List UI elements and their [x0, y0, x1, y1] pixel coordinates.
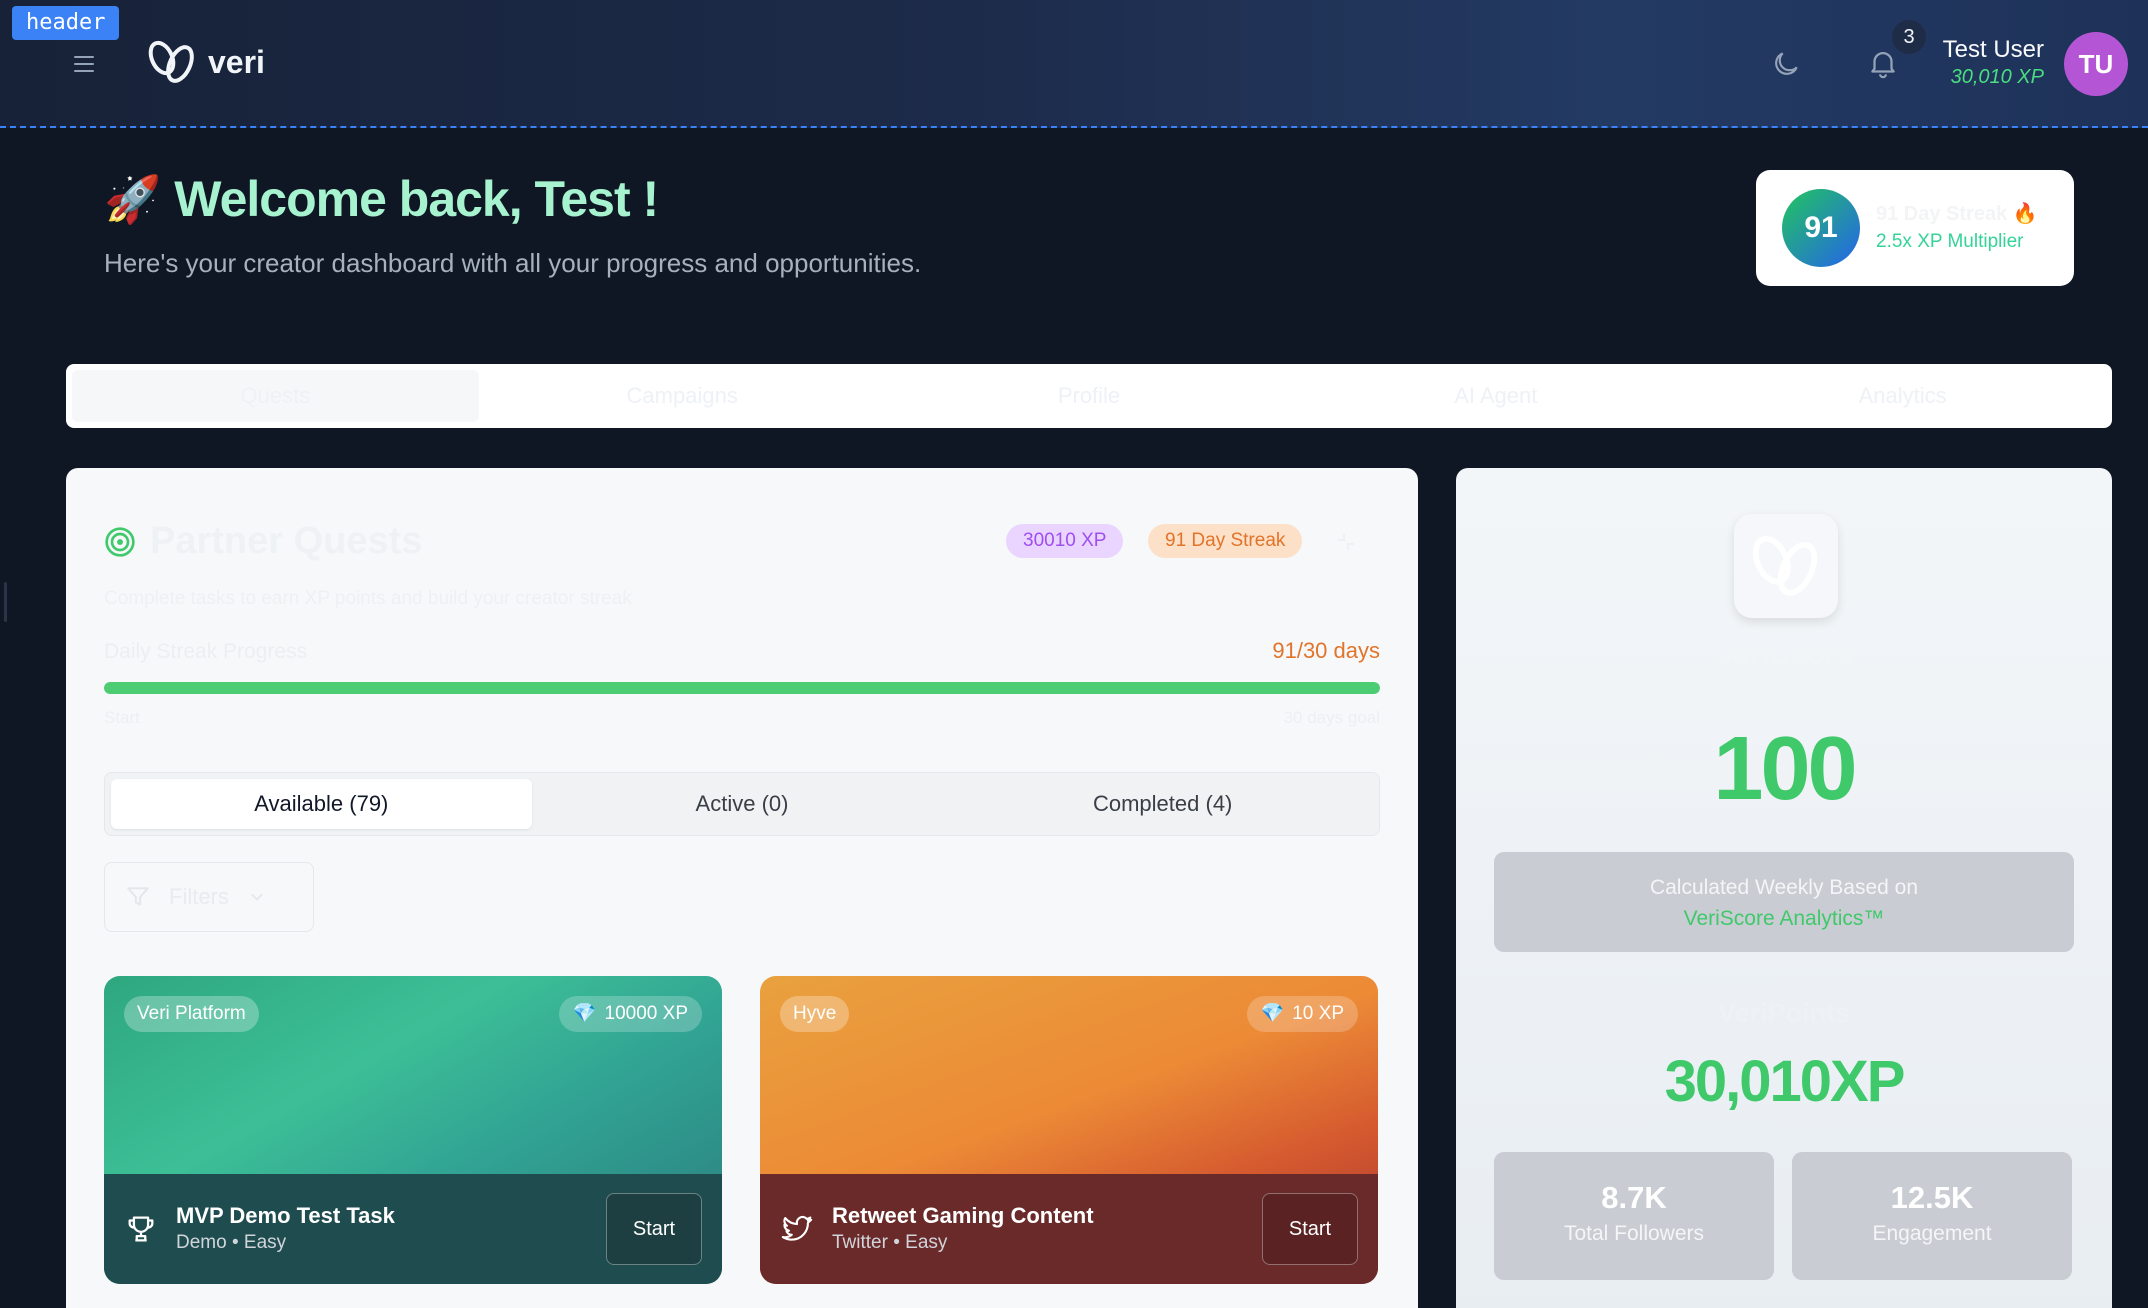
- welcome-heading: 🚀 Welcome back, Test !: [104, 170, 659, 228]
- twitter-icon: [781, 1215, 813, 1241]
- quest-meta: Twitter • Easy: [832, 1232, 948, 1253]
- quest-status-tabs: Available (79) Active (0) Completed (4): [104, 772, 1380, 836]
- collapse-button[interactable]: [1334, 530, 1358, 554]
- start-quest-button[interactable]: Start: [1262, 1193, 1358, 1265]
- menu-button[interactable]: [68, 48, 100, 80]
- welcome-title-text: Welcome back, Test !: [174, 171, 659, 227]
- quest-title: Retweet Gaming Content: [832, 1203, 1094, 1228]
- welcome-subtitle: Here's your creator dashboard with all y…: [104, 248, 922, 278]
- sidebar-handle[interactable]: [4, 582, 7, 622]
- filter-icon: [127, 887, 149, 906]
- stat-label: Engagement: [1872, 1222, 1992, 1245]
- notification-count-badge: 3: [1892, 20, 1926, 54]
- xp-badge: 30010 XP: [1006, 524, 1124, 558]
- quest-xp-badge: 💎 10000 XP: [558, 996, 702, 1032]
- avatar[interactable]: TU: [2064, 32, 2128, 96]
- tab-quests[interactable]: Quests: [72, 370, 479, 422]
- gem-icon: 💎: [1260, 1003, 1285, 1024]
- tab-active[interactable]: Active (0): [532, 779, 953, 829]
- progress-start-label: Start: [104, 708, 140, 727]
- bell-icon: [1871, 52, 1895, 79]
- moon-icon: [1775, 52, 1798, 75]
- streak-card: 91 91 Day Streak 🔥 2.5x XP Multiplier: [1756, 170, 2074, 286]
- streak-days-circle: 91: [1782, 189, 1860, 267]
- app-name: veri: [208, 43, 265, 80]
- fire-icon: 🔥: [2012, 203, 2038, 225]
- trophy-icon: [128, 1216, 154, 1242]
- theme-toggle-button[interactable]: [1770, 48, 1802, 80]
- veriscore-value: 100: [1713, 719, 1857, 819]
- streak-progress-bar: [104, 682, 1380, 694]
- streak-progress-fill: [104, 682, 1380, 694]
- quest-partner-badge: Veri Platform: [124, 996, 259, 1032]
- tab-campaigns[interactable]: Campaigns: [479, 370, 886, 422]
- engagement-stat-card: 12.5K Engagement: [1792, 1152, 2072, 1280]
- stat-value: 8.7K: [1601, 1180, 1667, 1215]
- tab-analytics[interactable]: Analytics: [1699, 370, 2106, 422]
- veripoints-title: VeriPoints: [1717, 998, 1851, 1028]
- partner-quests-header: Partner Quests: [104, 520, 422, 563]
- xp-multiplier: 2.5x XP Multiplier: [1876, 231, 2024, 252]
- target-icon: [105, 526, 135, 557]
- main-tabs: Quests Campaigns Profile AI Agent Analyt…: [66, 364, 2112, 428]
- user-xp: 30,010 XP: [1950, 66, 2044, 88]
- stat-label: Total Followers: [1563, 1222, 1705, 1245]
- filters-label: Filters: [169, 884, 229, 909]
- user-info[interactable]: Test User 30,010 XP: [1943, 36, 2044, 90]
- progress-value: 91/30 days: [1272, 638, 1380, 663]
- tab-available[interactable]: Available (79): [111, 779, 532, 829]
- progress-label: Daily Streak Progress: [104, 640, 308, 663]
- quest-card[interactable]: Veri Platform 💎 10000 XP MVP Demo Test T…: [104, 976, 722, 1284]
- progress-end-label: 30 days goal: [1283, 708, 1380, 727]
- hamburger-icon: [74, 56, 94, 58]
- calc-note-text: Calculated Weekly Based on: [1649, 876, 1919, 899]
- rocket-icon: 🚀: [104, 172, 161, 225]
- veriscore-logo: [1734, 514, 1838, 618]
- tab-completed[interactable]: Completed (4): [952, 779, 1373, 829]
- streak-label: 91 Day Streak 🔥: [1876, 203, 2038, 225]
- quest-partner-badge: Hyve: [780, 996, 850, 1032]
- veripoints-value: 30,010XP: [1664, 1049, 1906, 1114]
- veriscore-panel: VeriScore 100 Calculated Weekly Based on…: [1456, 468, 2112, 1308]
- tab-profile[interactable]: Profile: [886, 370, 1293, 422]
- header-debug-tag: header: [12, 6, 120, 40]
- app-header: header veri 3 Test User 30,010 XP TU: [0, 0, 2148, 128]
- quest-card[interactable]: Hyve 💎 10 XP Retweet Gaming Content Twit…: [760, 976, 1378, 1284]
- filters-dropdown[interactable]: Filters: [104, 862, 314, 932]
- user-name: Test User: [1942, 36, 2044, 63]
- notifications-button[interactable]: [1866, 46, 1900, 80]
- tab-ai-agent[interactable]: AI Agent: [1292, 370, 1699, 422]
- followers-stat-card: 8.7K Total Followers: [1494, 1152, 1774, 1280]
- partner-quests-panel: Partner Quests 30010 XP 91 Day Streak Co…: [66, 468, 1418, 1308]
- veriscore-calculation-note: Calculated Weekly Based on VeriScore Ana…: [1494, 852, 2074, 952]
- quest-card-footer: Retweet Gaming Content Twitter • Easy St…: [760, 1174, 1378, 1284]
- veri-logo-icon: [1752, 535, 1818, 596]
- streak-badge: 91 Day Streak: [1148, 524, 1303, 558]
- quest-card-footer: MVP Demo Test Task Demo • Easy Start: [104, 1174, 722, 1284]
- partner-quests-title: Partner Quests: [150, 520, 423, 562]
- quest-meta: Demo • Easy: [176, 1232, 287, 1253]
- chevron-down-icon: [251, 893, 263, 901]
- stat-value: 12.5K: [1890, 1180, 1974, 1215]
- quest-xp-badge: 💎 10 XP: [1246, 996, 1358, 1032]
- veriscore-title: VeriScore: [1714, 638, 1854, 671]
- veriscore-analytics-link[interactable]: VeriScore Analytics™: [1494, 904, 2074, 934]
- partner-quests-description: Complete tasks to earn XP points and bui…: [104, 588, 632, 609]
- start-quest-button[interactable]: Start: [606, 1193, 702, 1265]
- veri-logo-icon: [148, 40, 194, 83]
- gem-icon: 💎: [572, 1003, 597, 1024]
- collapse-icon: [1338, 534, 1354, 550]
- app-logo[interactable]: veri: [144, 36, 265, 88]
- quest-title: MVP Demo Test Task: [176, 1203, 395, 1228]
